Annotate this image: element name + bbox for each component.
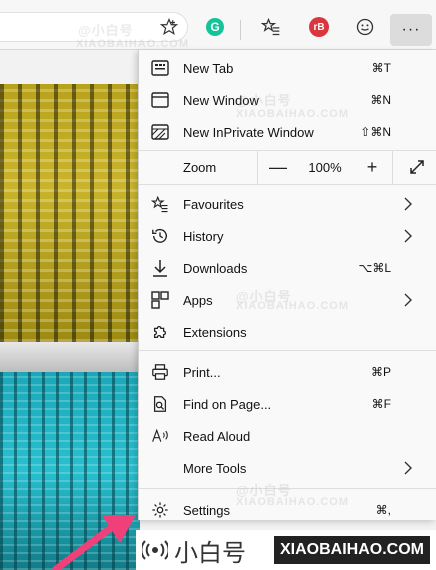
zoom-out-button[interactable]: — [268, 157, 288, 178]
history-icon [151, 227, 169, 245]
zoom-in-button[interactable]: + [362, 157, 382, 178]
menu-item-label: Print... [183, 364, 221, 380]
browser-toolbar: G rB ··· [0, 0, 436, 50]
menu-item-new-inprivate-window[interactable]: New InPrivate Window ⇧⌘N [139, 116, 436, 148]
toolbar-separator [240, 20, 241, 40]
watermark-en: XIAOBAIHAO.COM [76, 38, 189, 50]
menu-item-shortcut: ⌘N [370, 93, 391, 107]
menu-item-label: Read Aloud [183, 428, 251, 444]
menu-item-find-on-page[interactable]: Find on Page... ⌘F [139, 388, 436, 420]
menu-item-label: Downloads [183, 260, 248, 276]
zoom-row: Zoom — 100% + [139, 150, 436, 184]
window-icon [151, 91, 169, 109]
menu-item-read-aloud[interactable]: Read Aloud [139, 420, 436, 452]
chevron-right-icon [401, 461, 415, 475]
fullscreen-icon[interactable] [407, 157, 427, 177]
find-icon [151, 395, 169, 413]
menu-item-label: History [183, 228, 224, 244]
chevron-right-icon [401, 197, 415, 211]
chevron-right-icon [401, 229, 415, 243]
menu-item-downloads[interactable]: Downloads ⌥⌘L [139, 252, 436, 284]
menu-divider [139, 350, 436, 351]
menu-item-new-tab[interactable]: New Tab ⌘T [139, 52, 436, 84]
rb-badge: rB [309, 17, 329, 37]
zoom-value: 100% [308, 159, 342, 175]
inprivate-icon [151, 123, 169, 141]
menu-item-label: Find on Page... [183, 396, 272, 412]
favorites-icon[interactable] [258, 14, 284, 40]
read-aloud-icon [151, 427, 169, 445]
emoji-icon[interactable] [352, 14, 378, 40]
menu-item-label: Extensions [183, 324, 247, 340]
brand-name-cn: 小白号 [174, 539, 246, 567]
watermark-cn: @小白号 [78, 23, 134, 38]
menu-item-shortcut: ⇧⌘N [360, 125, 391, 139]
menu-item-shortcut: ⌘P [370, 365, 391, 379]
signal-icon [142, 540, 168, 560]
menu-item-extensions[interactable]: Extensions [139, 316, 436, 348]
watermark-cn: @小白号 [236, 93, 292, 108]
zoom-label: Zoom [183, 160, 217, 175]
favourites-icon [151, 195, 169, 213]
brand-name-en: XIAOBAIHAO.COM [274, 536, 430, 564]
puzzle-icon [151, 323, 169, 341]
brand-banner: 小白号 XIAOBAIHAO.COM [136, 530, 436, 570]
menu-divider [139, 184, 436, 185]
menu-item-label: New Tab [183, 60, 234, 76]
print-icon [151, 363, 169, 381]
menu-item-label: More Tools [183, 460, 247, 476]
menu-item-shortcut: ⌥⌘L [358, 261, 391, 275]
menu-item-shortcut: ⌘T [371, 61, 391, 75]
grammarly-icon[interactable]: G [202, 14, 228, 40]
rb-extension-icon[interactable]: rB [306, 14, 332, 40]
menu-item-shortcut: ⌘, [375, 503, 391, 517]
menu-item-print[interactable]: Print... ⌘P [139, 356, 436, 388]
apps-icon [151, 291, 169, 309]
photo-white-band [0, 342, 140, 372]
menu-item-history[interactable]: History [139, 220, 436, 252]
menu-item-favourites[interactable]: Favourites [139, 188, 436, 220]
star-outline-icon[interactable] [156, 14, 182, 40]
menu-item-label: Favourites [183, 196, 244, 212]
page-photo [0, 84, 140, 570]
menu-item-shortcut: ⌘F [371, 397, 391, 411]
settings-menu: New Tab ⌘T New Window ⌘N New InPrivate W… [138, 50, 436, 520]
menu-item-label: New InPrivate Window [183, 124, 314, 140]
zoom-controls: — 100% + [257, 150, 393, 184]
menu-item-label: Settings [183, 502, 230, 518]
new-tab-icon [151, 59, 169, 77]
watermark-en: XIAOBAIHAO.COM [236, 108, 349, 120]
more-button[interactable]: ··· [390, 14, 432, 46]
chevron-right-icon [401, 293, 415, 307]
grammarly-letter: G [206, 18, 224, 36]
download-icon [151, 259, 169, 277]
watermark-en: XIAOBAIHAO.COM [236, 496, 349, 508]
watermark-en: XIAOBAIHAO.COM [236, 300, 349, 312]
menu-item-label: Apps [183, 292, 213, 308]
photo-yellow-bangles [0, 84, 140, 342]
